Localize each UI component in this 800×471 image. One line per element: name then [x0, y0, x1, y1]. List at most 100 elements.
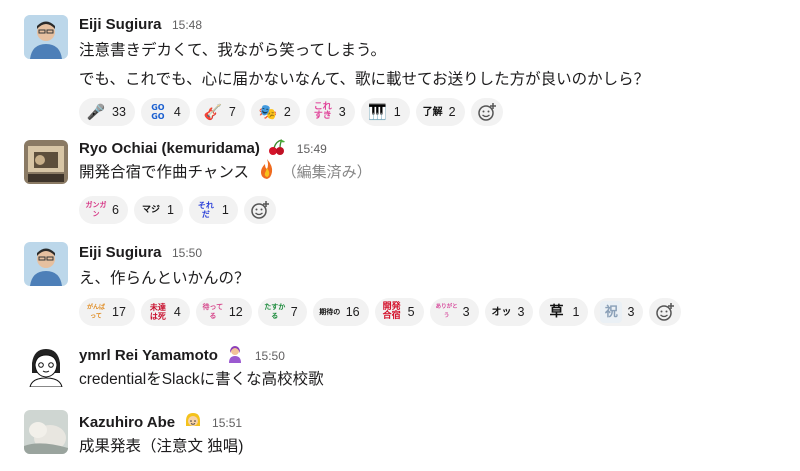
add-reaction-button[interactable]	[649, 298, 682, 326]
arigatou-emoji-icon: ありがとう	[435, 304, 458, 319]
author-name[interactable]: Kazuhiro Abe	[79, 414, 175, 431]
reaction-kanji-stamp[interactable]: 祝 3	[594, 298, 644, 326]
reaction-kaihatsu-gassyuku[interactable]: 開発合宿 5	[374, 298, 424, 326]
reaction-bar: ガンガン 6 マジ 1 それだ 1	[79, 196, 276, 224]
reaction-count: 1	[572, 305, 580, 319]
reaction-arigatou[interactable]: ありがとう 3	[429, 298, 479, 326]
reaction-count: 6	[112, 203, 119, 217]
reaction-tasukaru[interactable]: たすかる 7	[257, 298, 307, 326]
reaction-count: 12	[228, 305, 243, 319]
author-name[interactable]: ymrl Rei Yamamoto	[79, 347, 218, 364]
message: ymrl Rei Yamamoto 15:50 credentialをSlack…	[0, 340, 800, 404]
reaction-count: 33	[112, 105, 126, 119]
guitar-icon: 🎸	[203, 102, 223, 121]
message: Kazuhiro Abe 15:51 成果発表（注意文 独唱)	[0, 404, 800, 471]
kanji-stamp-emoji-icon: 祝	[600, 301, 623, 323]
reaction-count: 2	[448, 105, 456, 119]
reaction-kitai[interactable]: 期待の 16	[312, 298, 369, 326]
message: Eiji Sugiura 15:48 注意書きデカくて、我ながら笑ってしまう。 …	[0, 0, 800, 130]
reaction-kusa[interactable]: 草 1	[539, 298, 589, 326]
message-text: 成果発表（注意文 独唱)	[79, 432, 243, 461]
timestamp[interactable]: 15:50	[255, 349, 285, 363]
message-line: 開発合宿で作曲チャンス	[79, 164, 250, 181]
fire-icon	[257, 158, 277, 190]
reaction-ganbatte[interactable]: がんばって 17	[79, 298, 135, 326]
reaction-soreda[interactable]: それだ 1	[188, 196, 238, 224]
message: Eiji Sugiura 15:50 え、作らんといかんの？ がんばって 17 …	[0, 230, 800, 340]
avatar[interactable]	[24, 15, 68, 59]
kusa-emoji-icon: 草	[549, 303, 564, 320]
add-reaction-button[interactable]	[243, 196, 276, 224]
reaction-count: 3	[338, 105, 346, 119]
reaction-matteru[interactable]: 待ってる 12	[195, 298, 252, 326]
avatar[interactable]	[24, 242, 68, 286]
message-text: 注意書きデカくて、我ながら笑ってしまう。 でも、これでも、心に届かないなんて、歌…	[79, 36, 649, 94]
reaction-count: 7	[290, 305, 298, 319]
message-line: 成果発表（注意文 独唱)	[79, 438, 244, 455]
reaction-count: 1	[166, 203, 174, 217]
add-reaction-button[interactable]	[470, 98, 503, 126]
edited-label: （編集済み）	[281, 164, 372, 181]
gangan-emoji-icon: ガンガン	[85, 201, 107, 218]
gogo-emoji-icon: GO GO	[151, 103, 165, 121]
message-line: え、作らんといかんの？	[79, 270, 250, 287]
ossu-emoji-icon: オッ	[491, 306, 512, 318]
kore-suki-emoji-icon: これすき	[313, 102, 332, 121]
reaction-count: 3	[627, 305, 635, 319]
reaction-count: 3	[462, 305, 470, 319]
reaction-bar: がんばって 17 未達は死 4 待ってる 12 たすかる 7 期待の 16 開発…	[79, 298, 682, 326]
maji-emoji-icon: マジ	[141, 204, 160, 215]
reaction-count: 17	[112, 305, 126, 319]
timestamp[interactable]: 15:49	[297, 142, 327, 156]
message: Ryo Ochiai (kemuridama) 15:49 開発合宿で作曲チャン…	[0, 130, 800, 230]
reaction-count: 5	[407, 305, 415, 319]
add-reaction-icon	[477, 103, 496, 121]
reaction-guitar[interactable]: 🎸 7	[195, 98, 245, 126]
avatar[interactable]	[24, 410, 68, 454]
timestamp[interactable]: 15:50	[172, 246, 202, 260]
author-name[interactable]: Eiji Sugiura	[79, 16, 162, 33]
reaction-count: 4	[173, 305, 181, 319]
reaction-microphone[interactable]: 🎤 33	[79, 98, 135, 126]
reaction-count: 1	[393, 105, 401, 119]
message-line: 注意書きデカくて、我ながら笑ってしまう。	[79, 42, 387, 59]
message-text: credentialをSlackに書くな高校校歌	[79, 365, 324, 394]
ganbatte-emoji-icon: がんばって	[86, 304, 105, 320]
kitai-emoji-icon: 期待の	[319, 307, 341, 316]
timestamp[interactable]: 15:48	[172, 18, 202, 32]
kaihatsu-gassyuku-emoji-icon: 開発合宿	[382, 302, 401, 321]
avatar[interactable]	[24, 343, 68, 387]
message-line: でも、これでも、心に届かないなんて、歌に載せてお送りした方が良いのかしら？	[79, 71, 650, 88]
reaction-count: 16	[345, 305, 360, 319]
piano-icon: 🎹	[368, 102, 388, 121]
reaction-count: 4	[173, 105, 181, 119]
add-reaction-icon	[251, 201, 269, 219]
reaction-count: 1	[221, 203, 229, 217]
message-line: credentialをSlackに書くな高校校歌	[79, 371, 324, 388]
reaction-gogo[interactable]: GO GO 4	[140, 98, 190, 126]
reaction-piano[interactable]: 🎹 1	[360, 98, 410, 126]
tasukaru-emoji-icon: たすかる	[264, 303, 286, 320]
microphone-icon: 🎤	[86, 102, 106, 121]
message-text: 開発合宿で作曲チャンス （編集済み）	[79, 158, 372, 190]
reaction-count: 2	[283, 105, 291, 119]
singer-face-icon: 🎭	[258, 102, 278, 121]
reaction-maji[interactable]: マジ 1	[133, 196, 183, 224]
reaction-bar: 🎤 33 GO GO 4 🎸 7 🎭 2 これすき 3 🎹 1 了解 2	[79, 98, 503, 126]
reaction-ryokai[interactable]: 了解 2	[415, 98, 465, 126]
reaction-gangan[interactable]: ガンガン 6	[79, 196, 128, 224]
ryokai-emoji-icon: 了解	[422, 106, 443, 118]
reaction-mitatsu[interactable]: 未達は死 4	[140, 298, 190, 326]
reaction-ossu[interactable]: オッ 3	[484, 298, 534, 326]
reaction-kore-suki[interactable]: これすき 3	[305, 98, 355, 126]
matteru-emoji-icon: 待ってる	[202, 303, 224, 320]
mitatsu-emoji-icon: 未達は死	[149, 303, 166, 321]
add-reaction-icon	[656, 303, 675, 321]
author-name[interactable]: Eiji Sugiura	[79, 244, 162, 261]
timestamp[interactable]: 15:51	[212, 416, 242, 430]
reaction-singer[interactable]: 🎭 2	[250, 98, 300, 126]
avatar[interactable]	[24, 140, 68, 184]
author-name[interactable]: Ryo Ochiai (kemuridama)	[79, 140, 260, 157]
reaction-count: 7	[228, 105, 236, 119]
message-text: え、作らんといかんの？	[79, 264, 250, 293]
